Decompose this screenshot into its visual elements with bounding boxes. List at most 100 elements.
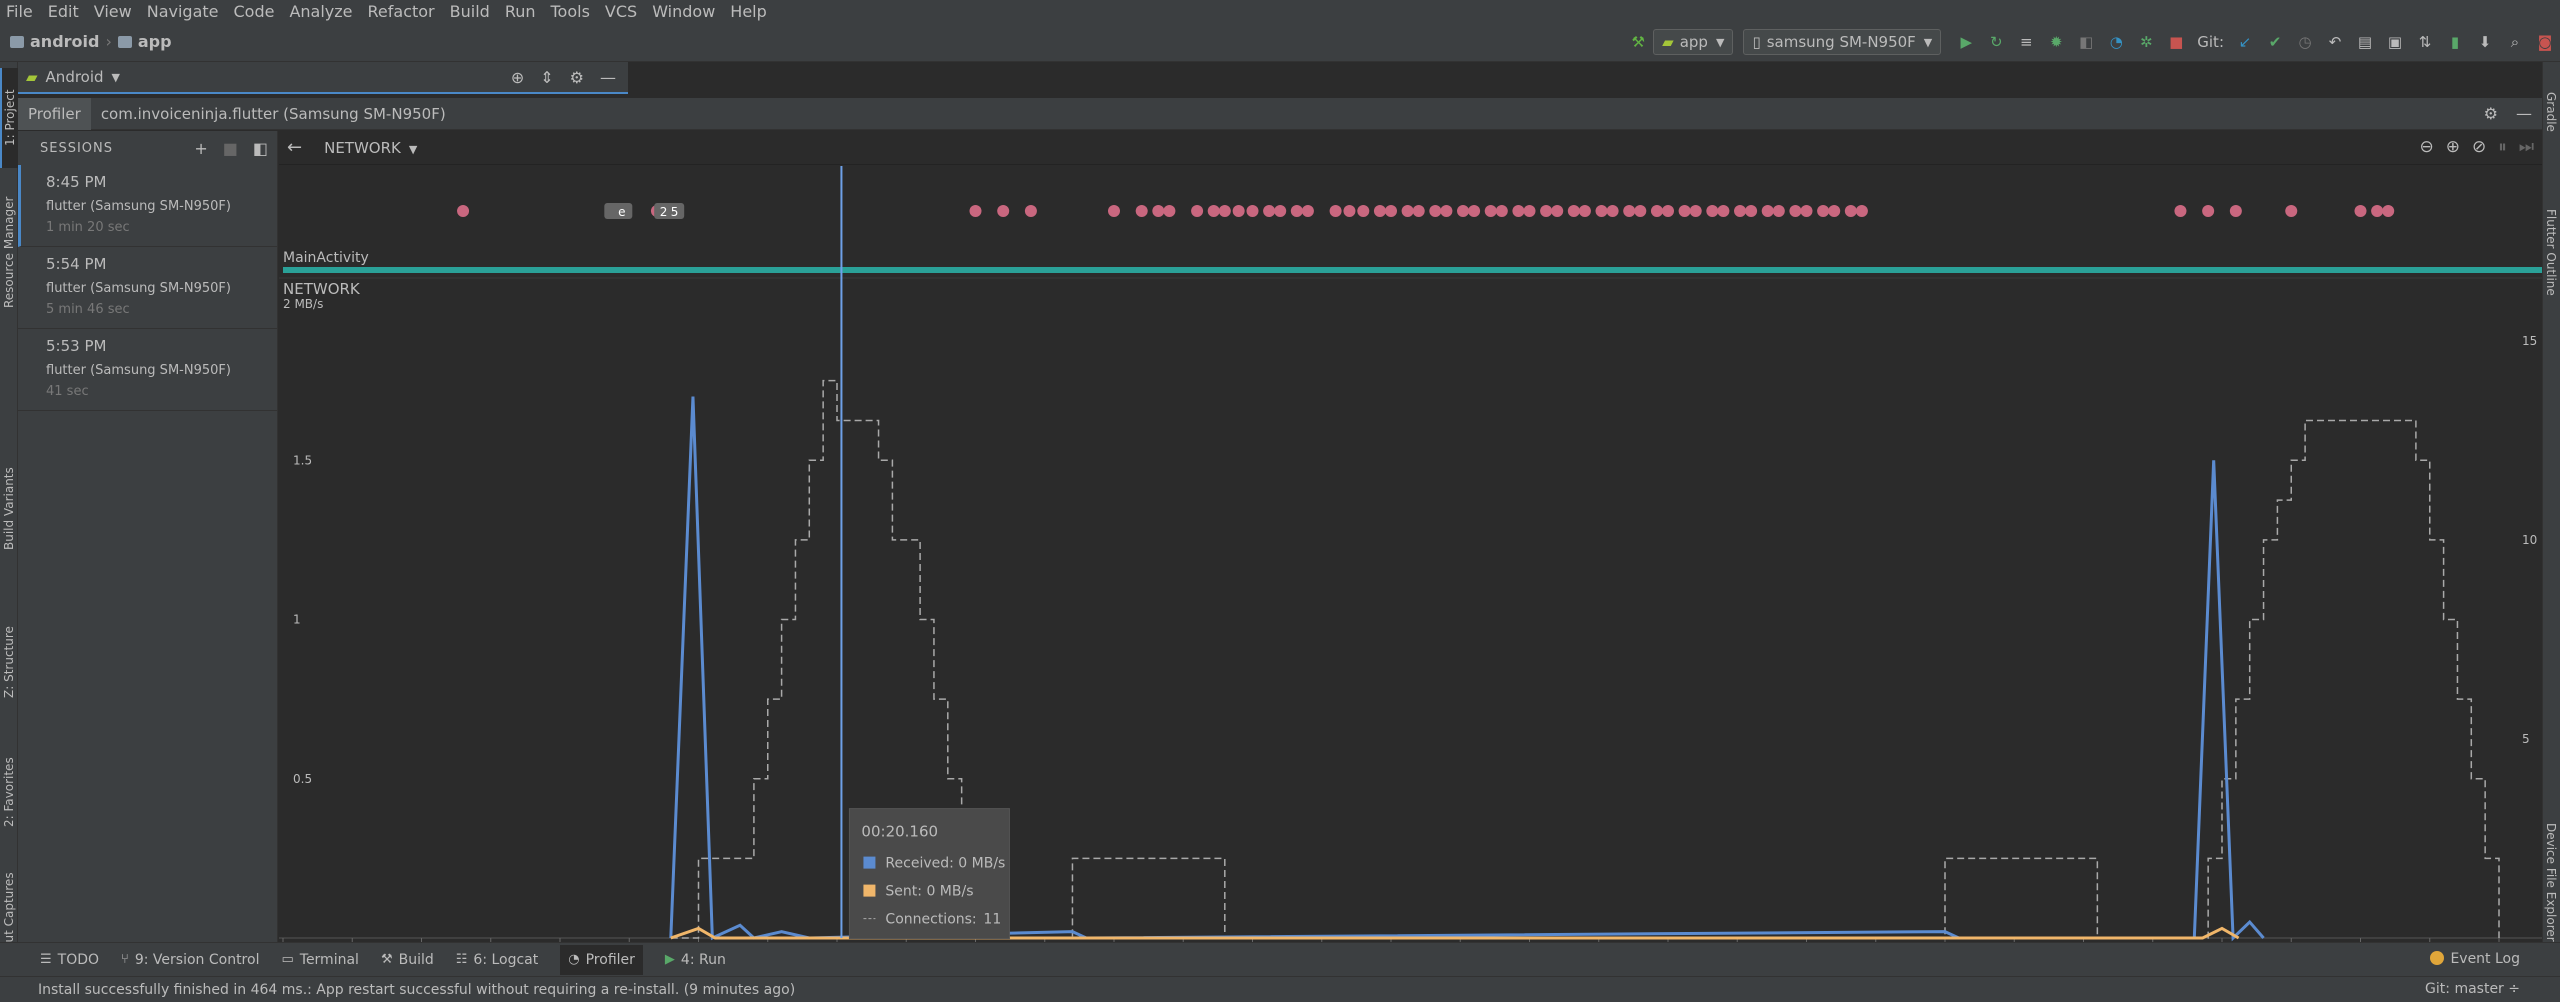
tab-app-process[interactable]: com.invoiceninja.flutter (Samsung SM-N95… xyxy=(91,98,456,130)
event-dot[interactable] xyxy=(1828,205,1841,217)
event-dot[interactable] xyxy=(1207,205,1220,217)
event-dot[interactable] xyxy=(1343,205,1356,217)
session-item[interactable]: 8:45 PM flutter (Samsung SM-N950F) 1 min… xyxy=(18,165,277,247)
menu-item-tools[interactable]: Tools xyxy=(551,2,590,21)
event-dot[interactable] xyxy=(1662,205,1674,217)
event-dot[interactable] xyxy=(1689,205,1702,217)
event-dot[interactable] xyxy=(1024,205,1037,217)
tab-profiler[interactable]: Profiler xyxy=(18,97,91,130)
event-dot[interactable] xyxy=(1634,205,1647,217)
event-dot[interactable] xyxy=(1595,205,1608,217)
avatar-icon[interactable]: ◙ xyxy=(2535,32,2555,52)
tab-profiler-bottom[interactable]: ◔ Profiler xyxy=(560,944,643,975)
session-item[interactable]: 5:54 PM flutter (Samsung SM-N950F) 5 min… xyxy=(18,247,277,329)
event-dot[interactable] xyxy=(1623,205,1636,217)
event-dot[interactable] xyxy=(1218,205,1231,217)
coverage-icon[interactable]: ◧ xyxy=(2076,32,2096,52)
event-dot[interactable] xyxy=(1329,205,1342,217)
event-dot[interactable] xyxy=(457,205,470,217)
event-dot[interactable] xyxy=(1484,205,1497,217)
tab-favorites[interactable]: 2: Favorites xyxy=(0,732,18,852)
event-dot[interactable] xyxy=(1495,205,1508,217)
event-dot[interactable] xyxy=(1429,205,1442,217)
chevron-down-icon[interactable]: ▼ xyxy=(112,71,120,84)
event-badge[interactable] xyxy=(654,203,685,219)
event-dot[interactable] xyxy=(2371,205,2384,217)
menu-item-help[interactable]: Help xyxy=(730,2,766,21)
event-dot[interactable] xyxy=(1373,205,1386,217)
monitor-select[interactable]: NETWORK ▼ xyxy=(324,139,417,157)
menu-item-edit[interactable]: Edit xyxy=(48,2,79,21)
event-dot[interactable] xyxy=(1357,205,1370,217)
event-dot[interactable] xyxy=(1440,205,1453,217)
tab-project[interactable]: 1: Project xyxy=(0,68,18,168)
run-icon[interactable]: ▶ xyxy=(1956,32,1976,52)
event-dot[interactable] xyxy=(1191,205,1204,217)
event-dot[interactable] xyxy=(1650,205,1663,217)
event-dot[interactable] xyxy=(2202,205,2215,217)
minimize-icon[interactable]: — xyxy=(2516,104,2532,123)
tab-structure[interactable]: Z: Structure xyxy=(0,602,18,722)
run-config-select[interactable]: ▰ app ▼ xyxy=(1653,29,1734,55)
profile-icon[interactable]: ◔ xyxy=(2106,32,2126,52)
tab-flutter-outline[interactable]: Flutter Outline xyxy=(2542,172,2560,332)
event-dot[interactable] xyxy=(1457,205,1470,217)
event-dot[interactable] xyxy=(1135,205,1148,217)
pause-icon[interactable]: ⏸ xyxy=(2498,137,2507,157)
tab-gradle[interactable]: Gradle xyxy=(2542,72,2560,152)
event-dot[interactable] xyxy=(2382,205,2395,217)
event-dot[interactable] xyxy=(1551,205,1564,217)
apply-changes-icon[interactable]: ↻ xyxy=(1986,32,2006,52)
gear-icon[interactable]: ⚙ xyxy=(2484,104,2498,123)
layout-inspector-icon[interactable]: ▣ xyxy=(2385,32,2405,52)
project-structure-icon[interactable]: ▤ xyxy=(2355,32,2375,52)
reset-zoom-icon[interactable]: ⊘ xyxy=(2472,137,2486,157)
breadcrumb-project[interactable]: android xyxy=(30,32,99,51)
event-dot[interactable] xyxy=(2285,205,2298,217)
event-dot[interactable] xyxy=(1606,205,1619,217)
event-dot[interactable] xyxy=(1512,205,1525,217)
event-dot[interactable] xyxy=(1263,205,1276,217)
event-dot[interactable] xyxy=(1163,205,1176,217)
event-dot[interactable] xyxy=(1301,205,1314,217)
event-dot[interactable] xyxy=(969,205,982,217)
menu-item-refactor[interactable]: Refactor xyxy=(368,2,435,21)
breadcrumb-module[interactable]: app xyxy=(138,32,172,51)
menu-item-run[interactable]: Run xyxy=(505,2,536,21)
event-dot[interactable] xyxy=(1274,205,1287,217)
event-dot[interactable] xyxy=(2229,205,2242,217)
event-dot[interactable] xyxy=(1844,205,1857,217)
git-branch-widget[interactable]: Git: master ÷ xyxy=(2425,981,2520,997)
event-log-button[interactable]: Event Log xyxy=(2430,951,2520,967)
tab-build-variants[interactable]: Build Variants xyxy=(0,424,18,594)
menu-item-view[interactable]: View xyxy=(94,2,132,21)
event-dot[interactable] xyxy=(1385,205,1397,217)
toggle-panel-icon[interactable]: ◧ xyxy=(253,139,269,158)
menu-item-navigate[interactable]: Navigate xyxy=(147,2,219,21)
event-dot[interactable] xyxy=(1567,205,1580,217)
zoom-in-icon[interactable]: ⊕ xyxy=(2446,137,2460,157)
event-dot[interactable] xyxy=(1800,205,1813,217)
zoom-out-icon[interactable]: ⊖ xyxy=(2419,137,2433,157)
event-dot[interactable] xyxy=(1678,205,1691,217)
git-commit-icon[interactable]: ✔ xyxy=(2265,32,2285,52)
event-dot[interactable] xyxy=(1152,205,1165,217)
event-dot[interactable] xyxy=(1772,205,1785,217)
search-icon[interactable]: ⌕ xyxy=(2505,32,2525,52)
sdk-manager-icon[interactable]: ⬇ xyxy=(2475,32,2495,52)
stop-session-icon[interactable]: ■ xyxy=(223,139,239,158)
event-dot[interactable] xyxy=(1290,205,1303,217)
project-view-select[interactable]: Android xyxy=(46,68,104,86)
event-dot[interactable] xyxy=(1232,205,1245,217)
event-dot[interactable] xyxy=(2174,205,2187,217)
git-update-icon[interactable]: ↙ xyxy=(2235,32,2255,52)
menu-item-file[interactable]: File xyxy=(6,2,33,21)
status-message[interactable]: Install successfully finished in 464 ms.… xyxy=(38,982,795,998)
sync-gradle-icon[interactable]: ⇅ xyxy=(2415,32,2435,52)
rollback-icon[interactable]: ↶ xyxy=(2325,32,2345,52)
apply-code-changes-icon[interactable]: ≡ xyxy=(2016,32,2036,52)
event-dot[interactable] xyxy=(997,205,1010,217)
event-dot[interactable] xyxy=(1523,205,1536,217)
event-dot[interactable] xyxy=(1108,205,1120,217)
event-dot[interactable] xyxy=(1246,205,1259,217)
